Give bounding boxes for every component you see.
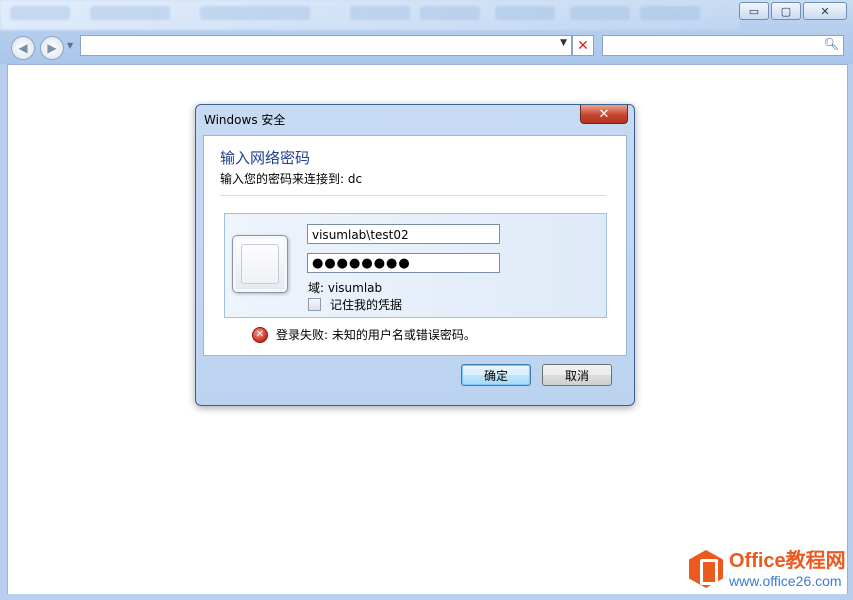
forward-button[interactable]: ▶ — [40, 36, 64, 60]
forward-arrow-icon: ▶ — [47, 41, 57, 55]
ok-button[interactable]: 确定 — [461, 364, 531, 386]
close-icon: ✕ — [598, 106, 610, 122]
minimize-button[interactable]: ▭ — [739, 2, 769, 20]
window-frame-bottom — [0, 594, 853, 600]
search-icon[interactable]: 🔍︎ — [824, 37, 839, 51]
search-input[interactable]: 🔍︎ — [602, 35, 844, 56]
remember-credentials-row[interactable]: 记住我的凭据 — [308, 296, 402, 313]
domain-label: 域: visumlab — [308, 281, 383, 295]
error-message: ✕ 登录失败: 未知的用户名或错误密码。 — [252, 326, 476, 343]
office-logo-icon — [689, 550, 723, 588]
credential-tile-panel: visumlab\test02 ●●●●●●●● 域: visumlab 记住我… — [224, 213, 607, 318]
cancel-button[interactable]: 取消 — [542, 364, 612, 386]
blurred-tab-strip — [0, 0, 740, 30]
watermark-url: www.office26.com — [729, 572, 842, 589]
watermark: Office教程网 www.office26.com — [689, 550, 846, 588]
watermark-title: Office教程网 — [729, 549, 846, 572]
window-controls: ▭ ▢ ✕ — [737, 2, 847, 20]
windows-security-dialog: Windows 安全 ✕ 输入网络密码 输入您的密码来连接到: dc visum… — [195, 104, 635, 406]
back-arrow-icon: ◀ — [18, 41, 28, 55]
error-text: 登录失败: 未知的用户名或错误密码。 — [276, 328, 476, 342]
browser-toolbar: ▭ ▢ ✕ ◀ ▶ ▼ ▼ ✕ 🔍︎ — [0, 0, 853, 64]
divider — [220, 195, 606, 196]
username-field[interactable]: visumlab\test02 — [307, 224, 500, 244]
stop-x-icon: ✕ — [577, 37, 589, 54]
dialog-subheading: 输入您的密码来连接到: dc — [220, 172, 363, 186]
remember-label: 记住我的凭据 — [330, 298, 403, 312]
password-field[interactable]: ●●●●●●●● — [307, 253, 500, 273]
close-window-button[interactable]: ✕ — [803, 2, 847, 20]
dialog-heading: 输入网络密码 — [220, 149, 311, 167]
user-tile-icon — [232, 235, 288, 293]
remember-checkbox[interactable] — [308, 298, 321, 311]
maximize-button[interactable]: ▢ — [771, 2, 801, 20]
address-dropdown-icon[interactable]: ▼ — [560, 38, 567, 48]
error-icon: ✕ — [252, 326, 268, 343]
stop-button[interactable]: ✕ — [572, 35, 594, 56]
dialog-close-button[interactable]: ✕ — [580, 105, 628, 124]
back-button[interactable]: ◀ — [11, 36, 35, 60]
dialog-title: Windows 安全 — [204, 113, 286, 127]
dialog-body: 输入网络密码 输入您的密码来连接到: dc visumlab\test02 ●●… — [203, 135, 627, 356]
window-frame-left — [0, 64, 7, 600]
address-bar[interactable]: ▼ — [80, 35, 572, 56]
history-dropdown-icon[interactable]: ▼ — [67, 41, 73, 50]
